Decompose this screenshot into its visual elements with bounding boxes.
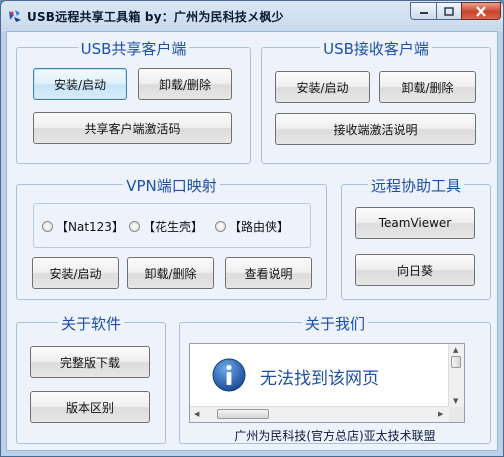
radio-button[interactable] [215,221,226,232]
web-browser-frame[interactable]: 无法找到该网页 ▲ ▼ ◀ ▶ [189,343,465,423]
teamviewer-button[interactable]: TeamViewer [355,207,475,239]
radio-huashengke[interactable]: 【花生壳】 [129,218,203,235]
maximize-icon [444,6,454,16]
info-icon [212,358,246,392]
vpn-uninstall-button[interactable]: 卸载/删除 [127,257,214,289]
share-install-button[interactable]: 安装/启动 [33,68,127,100]
share-client-group: USB共享客户端 安装/启动 卸载/删除 共享客户端激活码 [16,40,251,164]
radio-label-huashengke: 【花生壳】 [143,220,204,234]
radio-luyouxia[interactable]: 【路由侠】 [215,218,289,235]
vpn-install-button[interactable]: 安装/启动 [32,257,119,289]
company-footer: 广州为民科技(官方总店)亚太技术联盟 [234,429,436,443]
client-area: USB共享客户端 安装/启动 卸载/删除 共享客户端激活码 USB接收客户端 安… [6,31,498,451]
about-us-group: 关于我们 无法找到该网页 ▲ ▼ ◀ ▶ 广州为民科技(官方总店)亚太技术联盟 [179,315,491,444]
vertical-scrollbar[interactable]: ▲ ▼ [448,344,464,408]
browser-error-message: 无法找到该网页 [260,369,379,389]
sunflower-button[interactable]: 向日葵 [355,254,475,286]
minimize-button[interactable] [410,2,437,20]
maximize-button[interactable] [436,2,462,20]
radio-label-nat123: 【Nat123】 [56,220,124,234]
versions-button[interactable]: 版本区别 [30,391,150,423]
about-software-group: 关于软件 完整版下载 版本区别 [16,315,166,444]
receive-install-button[interactable]: 安装/启动 [275,71,370,103]
minimize-icon [419,12,428,14]
remote-tools-group: 远程协助工具 TeamViewer 向日葵 [341,177,491,300]
radio-button[interactable] [42,221,53,232]
title-bar[interactable]: USB远程共享工具箱 by：广州为民科技メ枫少 [1,1,503,31]
radio-nat123[interactable]: 【Nat123】 [42,218,124,235]
vpn-title: VPN端口映射 [123,177,220,195]
vpn-help-button[interactable]: 查看说明 [225,257,312,289]
download-button[interactable]: 完整版下载 [30,346,150,378]
scroll-right-icon[interactable]: ▶ [438,411,443,418]
radio-button[interactable] [129,221,140,232]
receive-activation-button[interactable]: 接收端激活说明 [275,113,476,145]
radio-label-luyouxia: 【路由侠】 [229,220,290,234]
close-icon [476,5,486,17]
receive-client-group: USB接收客户端 安装/启动 卸载/删除 接收端激活说明 [261,40,491,164]
about-us-title: 关于我们 [301,315,368,333]
share-uninstall-button[interactable]: 卸载/删除 [138,68,232,100]
scrollbar-corner [449,407,464,422]
about-software-title: 关于软件 [57,315,124,333]
horizontal-scroll-thumb[interactable] [217,409,269,419]
close-button[interactable] [461,2,501,20]
scroll-left-icon[interactable]: ◀ [194,411,199,418]
vpn-group: VPN端口映射 【Nat123】 【花生壳】 【路由侠】 安装/启动 卸载/删除… [16,177,327,300]
vertical-scroll-thumb[interactable] [451,356,461,368]
share-activation-button[interactable]: 共享客户端激活码 [33,112,232,144]
scroll-up-icon[interactable]: ▲ [453,347,458,354]
vpn-options-box: 【Nat123】 【花生壳】 【路由侠】 [33,203,311,248]
remote-tools-title: 远程协助工具 [367,177,464,195]
horizontal-scrollbar[interactable]: ◀ ▶ [190,406,449,422]
scroll-down-icon[interactable]: ▼ [453,398,458,405]
receive-client-title: USB接收客户端 [320,40,432,58]
app-window: USB远程共享工具箱 by：广州为民科技メ枫少 USB共享客户端 安装/启动 卸… [0,0,504,457]
app-icon [9,10,21,22]
window-title: USB远程共享工具箱 by：广州为民科技メ枫少 [27,10,284,24]
share-client-title: USB共享客户端 [77,40,190,58]
receive-uninstall-button[interactable]: 卸载/删除 [379,71,476,103]
